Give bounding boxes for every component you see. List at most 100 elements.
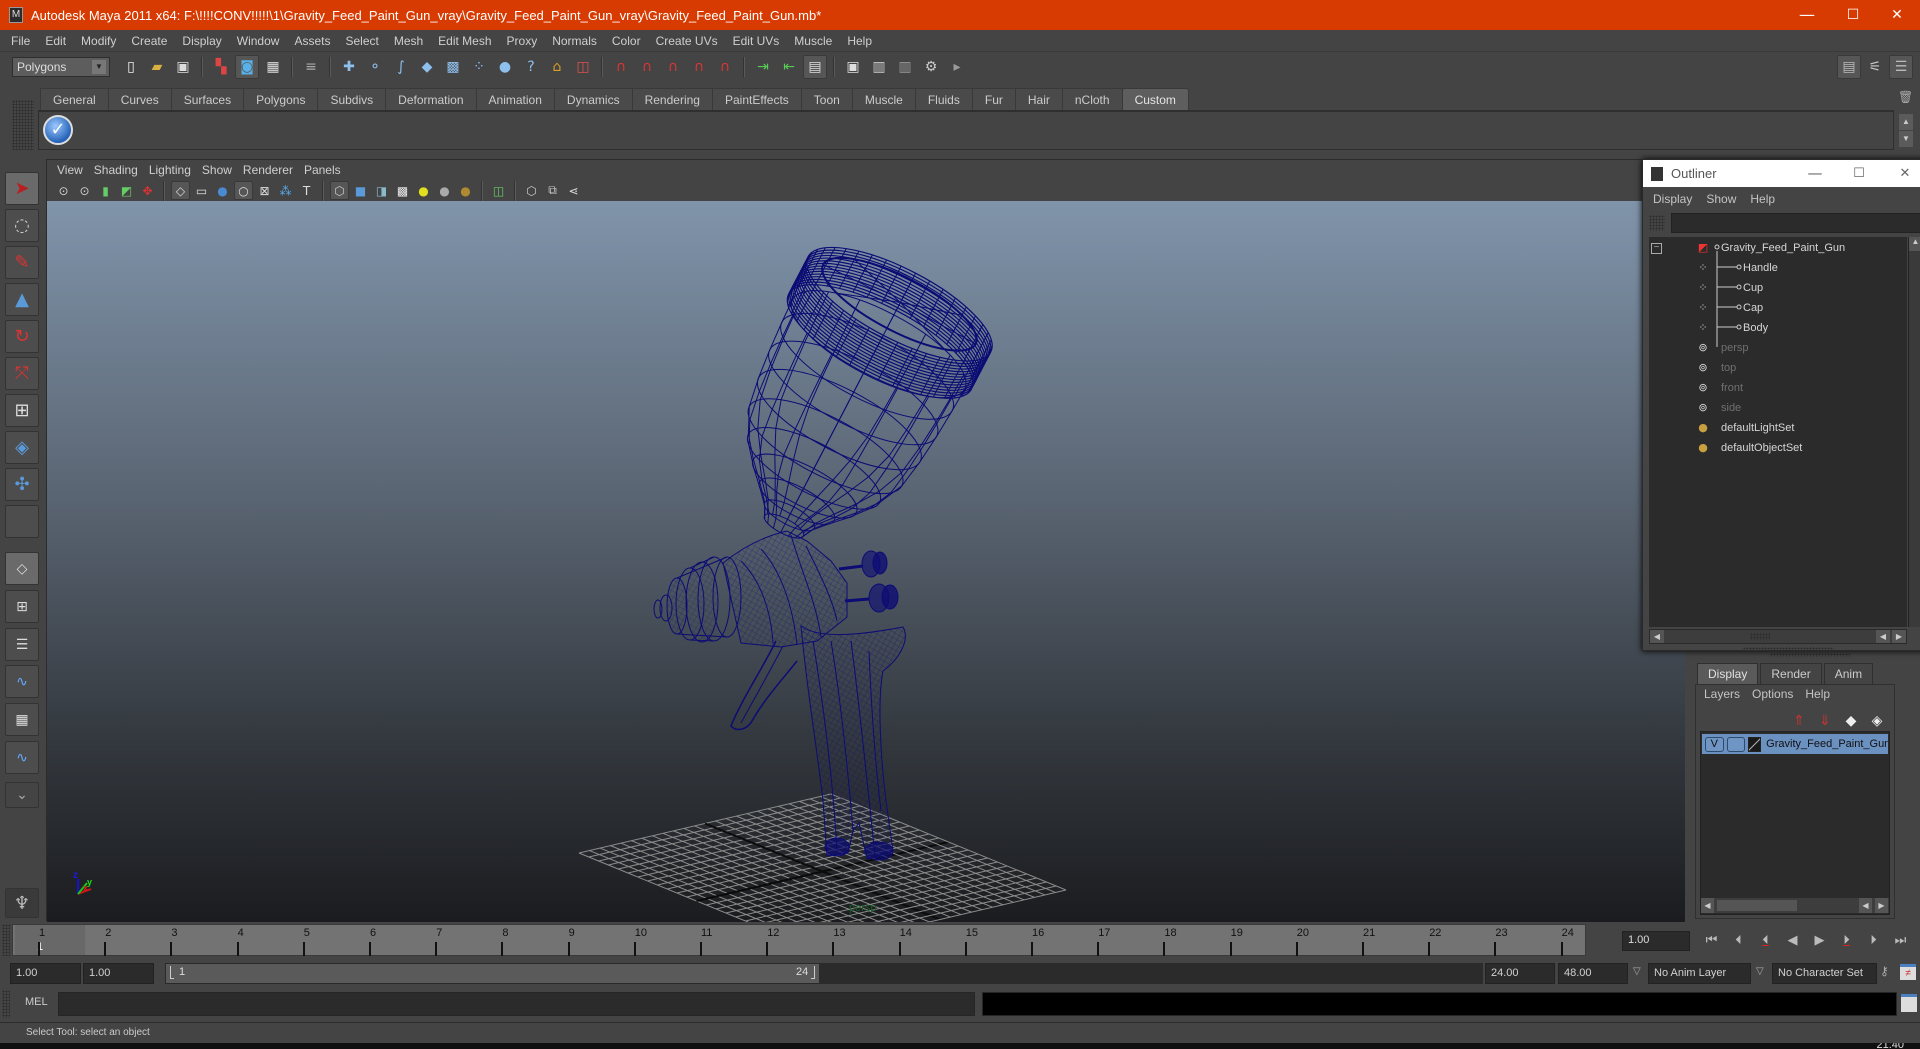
snap-to-points-icon[interactable]: ∩	[661, 55, 685, 79]
select-curves-icon[interactable]: ∫	[389, 55, 413, 79]
four-view-layout-icon[interactable]: ⊞	[5, 590, 39, 623]
scroll-thumb[interactable]	[1750, 633, 1770, 640]
select-by-object-type-icon[interactable]: ◙	[235, 55, 259, 79]
mel-command-input[interactable]	[58, 992, 975, 1016]
playback-start-field[interactable]: 1.00	[83, 963, 154, 984]
shelf-tab-hair[interactable]: Hair	[1014, 88, 1063, 110]
channel-box-icon[interactable]: ☰	[1889, 55, 1913, 79]
safe-action-icon[interactable]: ⁂	[276, 181, 295, 200]
select-by-component-type-icon[interactable]: ▦	[261, 55, 285, 79]
step-forward-key-icon[interactable]: ⏵	[1833, 930, 1860, 952]
scroll-left-button-2[interactable]: ◀	[1859, 898, 1872, 913]
outliner-item[interactable]: ⁘ Cap	[1649, 298, 1907, 318]
film-gate-icon[interactable]: ▭	[192, 181, 211, 200]
anim-layer-dropdown-icon[interactable]: ▽	[1633, 966, 1641, 977]
default-light-icon[interactable]: ●	[456, 181, 475, 200]
range-slider[interactable]: 1 24	[165, 963, 820, 984]
snap-to-view-planes-icon[interactable]: ∩	[687, 55, 711, 79]
menu-display[interactable]: Display	[175, 34, 229, 48]
textured-icon[interactable]: ▩	[393, 181, 412, 200]
menu-edit-mesh[interactable]: Edit Mesh	[431, 34, 499, 48]
scene-canvas[interactable]: persp z x y	[47, 201, 1685, 950]
select-deformations-icon[interactable]: ▩	[441, 55, 465, 79]
move-layer-up-icon[interactable]: ⇑	[1787, 709, 1811, 733]
universal-manipulator-icon[interactable]: ⊞	[5, 394, 39, 427]
wireframe-on-shaded-icon[interactable]: ◨	[372, 181, 391, 200]
scroll-left-button[interactable]: ◀	[1701, 898, 1714, 913]
share-icon[interactable]: ⋖	[564, 181, 583, 200]
select-camera-icon[interactable]: ⊙	[54, 181, 73, 200]
construction-history-icon[interactable]: ▤	[803, 55, 827, 79]
image-plane-icon[interactable]: ◩	[117, 181, 136, 200]
field-chart-icon[interactable]: ⊠	[255, 181, 274, 200]
snap-to-grids-icon[interactable]: ∩	[609, 55, 633, 79]
go-to-end-icon[interactable]: ⏭	[1887, 930, 1914, 952]
scroll-right-button[interactable]: ▶	[1875, 898, 1888, 913]
smooth-shade-icon[interactable]: ■	[351, 181, 370, 200]
layer-tab-render[interactable]: Render	[1760, 663, 1822, 684]
outliner-minimize-button[interactable]: —	[1795, 160, 1835, 187]
menu-edit-uvs[interactable]: Edit UVs	[726, 34, 788, 48]
layer-tab-anim[interactable]: Anim	[1823, 663, 1874, 684]
time-slider[interactable]: 1 1 2 3 4 5 6 7 8 9 10 11 12 13 14 15 16 17 18 19 20 21 22 23 2…	[12, 924, 1586, 956]
highlight-selection-icon[interactable]: ◫	[571, 55, 595, 79]
expand-arrow-icon[interactable]: ▸	[945, 55, 969, 79]
attribute-editor-icon[interactable]: ▤	[1837, 55, 1861, 79]
scroll-left-button[interactable]: ◀	[1650, 630, 1664, 643]
shelf-tab-fluids[interactable]: Fluids	[914, 88, 973, 110]
custom-check-icon[interactable]: ✓	[43, 115, 73, 145]
menu-proxy[interactable]: Proxy	[500, 34, 546, 48]
outliner-item-label[interactable]: persp	[1721, 342, 1749, 354]
outliner-menu-help[interactable]: Help	[1750, 192, 1775, 206]
panel-menu-renderer[interactable]: Renderer	[241, 163, 302, 177]
outliner-maximize-button[interactable]: ☐	[1839, 160, 1879, 187]
panel-menu-show[interactable]: Show	[200, 163, 241, 177]
select-dynamics-icon[interactable]: ⁘	[467, 55, 491, 79]
layer-color-swatch[interactable]	[1748, 736, 1762, 752]
shelf-scroll-up-button[interactable]: ▲	[1899, 114, 1913, 130]
shelf-scroll-down-button[interactable]: ▼	[1899, 131, 1913, 147]
selection-mask-menu-icon[interactable]: ≡	[299, 55, 323, 79]
play-backwards-icon[interactable]: ◀	[1779, 930, 1806, 952]
command-line-grip[interactable]	[2, 990, 10, 1018]
outliner-close-button[interactable]: ✕	[1885, 160, 1920, 187]
perspective-viewport[interactable]: persp z x y	[47, 201, 1685, 950]
persp-outliner-layout-icon[interactable]: ☰	[5, 628, 39, 661]
panel-resize-grip[interactable]	[1770, 653, 1850, 657]
layer-menu-layers[interactable]: Layers	[1704, 687, 1740, 701]
menu-normals[interactable]: Normals	[545, 34, 605, 48]
make-live-icon[interactable]: ∩	[713, 55, 737, 79]
shelf-tab-fur[interactable]: Fur	[971, 88, 1016, 110]
outliner-item-label[interactable]: defaultObjectSet	[1721, 442, 1802, 454]
menu-mesh[interactable]: Mesh	[387, 34, 431, 48]
bookmarks-icon[interactable]: ▮	[96, 181, 115, 200]
shelf-grip[interactable]	[12, 100, 34, 150]
current-time-field[interactable]: 1.00	[1622, 931, 1690, 951]
layer-visibility-toggle[interactable]: V	[1705, 736, 1724, 752]
menu-create[interactable]: Create	[124, 34, 175, 48]
save-scene-icon[interactable]: ▣	[171, 55, 195, 79]
shelf-trash-icon[interactable]: 🗑	[1898, 90, 1913, 110]
show-manipulator-icon[interactable]: ✣	[5, 468, 39, 501]
maximize-button[interactable]: ☐	[1830, 0, 1876, 30]
scroll-right-button[interactable]: ▶	[1892, 630, 1906, 643]
persp-graph-layout-icon[interactable]: ∿	[5, 665, 39, 698]
time-slider-grip[interactable]	[2, 924, 10, 956]
outliner-item-label[interactable]: Cap	[1743, 302, 1763, 314]
outliner-item-label[interactable]: defaultLightSet	[1721, 422, 1794, 434]
maya-logo-icon[interactable]: ♆	[5, 888, 39, 918]
hypershade-persp-layout-icon[interactable]: ▦	[5, 703, 39, 736]
anim-layer-field[interactable]: No Anim Layer	[1648, 963, 1751, 984]
shelf-tab-toon[interactable]: Toon	[800, 88, 853, 110]
shelf-tab-deformation[interactable]: Deformation	[385, 88, 477, 110]
persp-graph-hypergraph-layout-icon[interactable]: ∿	[5, 741, 39, 774]
layer-row[interactable]: V Gravity_Feed_Paint_Gun	[1702, 734, 1888, 754]
menu-muscle[interactable]: Muscle	[787, 34, 840, 48]
snap-to-curves-icon[interactable]: ∩	[635, 55, 659, 79]
panel-menu-lighting[interactable]: Lighting	[147, 163, 200, 177]
move-tool-icon[interactable]: ▲	[5, 283, 39, 316]
outliner-vertical-scrollbar[interactable]: ▲	[1908, 237, 1920, 627]
ipr-render-icon[interactable]: ▥	[893, 55, 917, 79]
pan-zoom-icon[interactable]: ✥	[138, 181, 157, 200]
menu-select[interactable]: Select	[338, 34, 386, 48]
